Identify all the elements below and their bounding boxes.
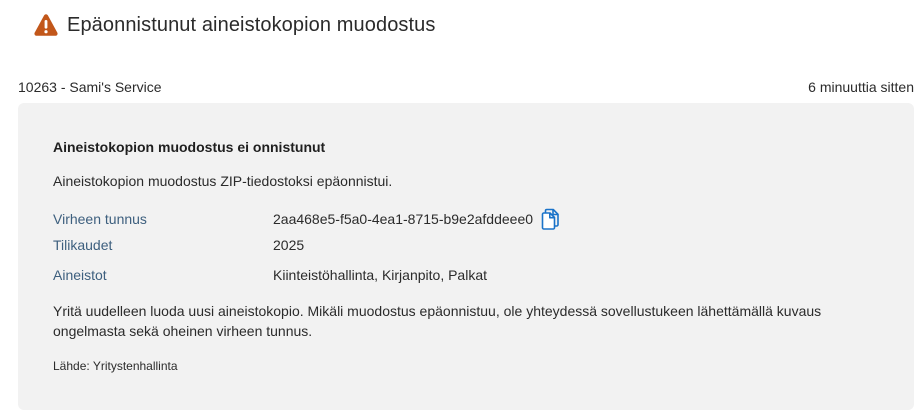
detail-label: Tilikaudet [53,237,113,253]
warning-icon [33,12,59,38]
notification-page: Epäonnistunut aineistokopion muodostus 1… [0,0,924,418]
service-label: 10263 - Sami's Service [18,79,162,95]
copy-icon[interactable] [539,207,561,231]
instruction-text: Yritä uudelleen luoda uusi aineistokopio… [53,303,822,339]
page-title: Epäonnistunut aineistokopion muodostus [67,13,436,36]
source-text: Lähde: Yritystenhallinta [53,359,178,373]
error-details-card: Aineistokopion muodostus ei onnistunut A… [18,103,914,410]
card-title: Aineistokopion muodostus ei onnistunut [53,139,326,155]
detail-label: Virheen tunnus [53,211,147,227]
timestamp: 6 minuuttia sitten [808,79,914,95]
detail-row-error-id: Virheen tunnus 2aa468e5-f5a0-4ea1-8715-b… [53,207,561,231]
notification-header: Epäonnistunut aineistokopion muodostus [33,12,436,38]
card-description: Aineistokopion muodostus ZIP-tiedostoksi… [53,173,393,189]
materials-value: Kiinteistöhallinta, Kirjanpito, Palkat [273,267,488,283]
error-id-value: 2aa468e5-f5a0-4ea1-8715-b9e2afddeee0 [273,211,534,227]
detail-row-fiscal-years: Tilikaudet 2025 [53,237,304,253]
detail-row-materials: Aineistot Kiinteistöhallinta, Kirjanpito… [53,267,487,283]
notification-meta: 10263 - Sami's Service 6 minuuttia sitte… [18,79,914,95]
detail-label: Aineistot [53,267,107,283]
fiscal-years-value: 2025 [273,237,305,253]
